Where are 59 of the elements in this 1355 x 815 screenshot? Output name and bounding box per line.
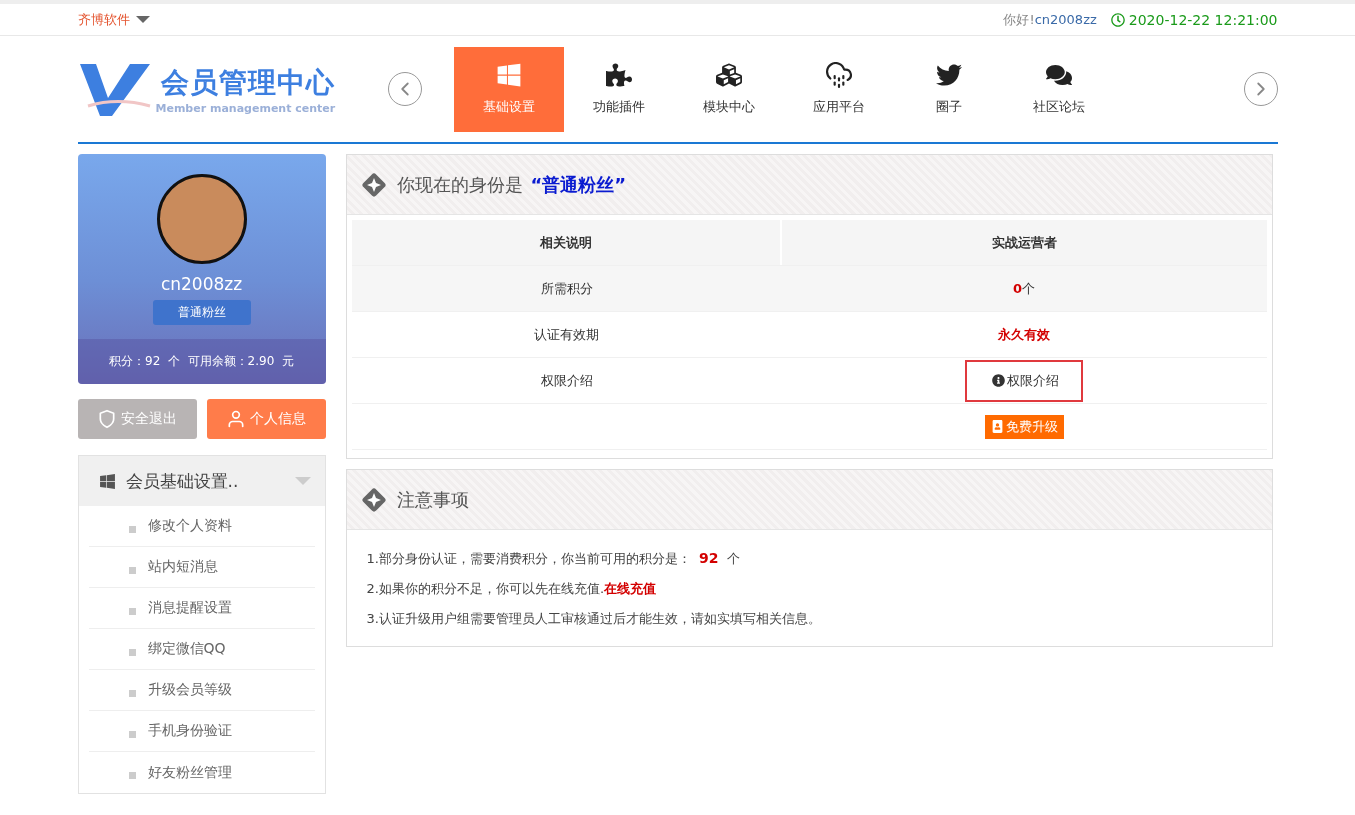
- bullet-icon: [128, 648, 136, 656]
- nav-icon: [605, 62, 632, 88]
- portrait-icon: [990, 420, 1004, 433]
- recharge-link[interactable]: 在线充值: [604, 581, 657, 596]
- points-balance-text: 积分：92 个 可用余额：2.90 元: [77, 339, 326, 384]
- menu-item[interactable]: 升级会员等级: [88, 670, 315, 711]
- logo-subtitle: Member management center: [155, 101, 336, 115]
- windows-icon: [98, 472, 116, 490]
- menu-item[interactable]: 站内短消息: [88, 547, 315, 588]
- bullet-icon: [128, 772, 136, 779]
- menu-item[interactable]: 消息提醒设置: [88, 588, 315, 629]
- group-name: “普通粉丝”: [530, 172, 627, 197]
- shield-icon: [97, 409, 117, 429]
- datetime-text: 2020-12-22 12:21:00: [1128, 11, 1278, 28]
- permission-link[interactable]: 权限介绍: [965, 359, 1083, 402]
- user-icon: [226, 409, 246, 429]
- bullet-icon: [128, 689, 136, 697]
- nav-icon: [825, 62, 852, 88]
- caret-icon: [294, 477, 311, 485]
- greeting-text: 你好!: [1003, 11, 1035, 27]
- column-header: 实战运营者: [990, 233, 1058, 252]
- nav-tab[interactable]: 圈子: [893, 46, 1004, 132]
- nav-tab[interactable]: 应用平台: [783, 46, 894, 132]
- nav-icon: [495, 62, 522, 88]
- next-button[interactable]: [1243, 72, 1278, 106]
- bullet-icon: [128, 566, 136, 574]
- note-text: 1.部分身份认证，需要消费积分，你当前可用的积分是： 92 个: [366, 550, 741, 568]
- previous-button[interactable]: [387, 72, 422, 106]
- logo-title: 会员管理中心: [161, 64, 336, 101]
- clock-icon: [1110, 12, 1125, 27]
- note-text: 2.如果你的积分不足，你可以先在线充值.在线充值: [366, 580, 658, 598]
- group-badge: 普通粉丝: [152, 300, 251, 325]
- table-cell-text: 永久有效: [997, 325, 1051, 344]
- info-icon: [992, 374, 1005, 387]
- bullet-icon: [128, 607, 136, 615]
- table-cell-text: 所需积分: [539, 279, 594, 298]
- menu-item[interactable]: 修改个人资料: [88, 506, 315, 547]
- panel-title: 注意事项: [396, 487, 469, 512]
- menu-header[interactable]: 会员基础设置..: [78, 456, 325, 506]
- menu-item[interactable]: 手机身份验证: [88, 711, 315, 752]
- menu-item[interactable]: 绑定微信QQ: [88, 629, 315, 670]
- panel-title: 你现在的身份是: [396, 172, 523, 197]
- bullet-icon: [128, 730, 136, 738]
- caret-icon: [135, 16, 150, 23]
- nav-tab[interactable]: 社区论坛: [1003, 46, 1114, 132]
- table-cell-text: 0个: [1011, 279, 1036, 298]
- table-cell-text: 权限介绍: [539, 371, 594, 390]
- menu-item[interactable]: 好友粉丝管理: [88, 752, 315, 793]
- profile-name: cn2008zz: [160, 274, 243, 294]
- bullet-icon: [128, 525, 136, 533]
- site-menu[interactable]: 齐博软件: [77, 10, 150, 29]
- table-cell-text: 认证有效期: [533, 325, 600, 344]
- note-text: 3.认证升级用户组需要管理员人工审核通过后才能生效，请如实填写相关信息。: [366, 610, 822, 628]
- nav-icon: [715, 62, 742, 88]
- nav-tab[interactable]: 模块中心: [673, 46, 784, 132]
- nav-icon: [935, 62, 962, 88]
- nav-icon: [1045, 62, 1072, 88]
- nav-tab[interactable]: 功能插件: [563, 46, 674, 132]
- username-link[interactable]: cn2008zz: [1034, 11, 1097, 27]
